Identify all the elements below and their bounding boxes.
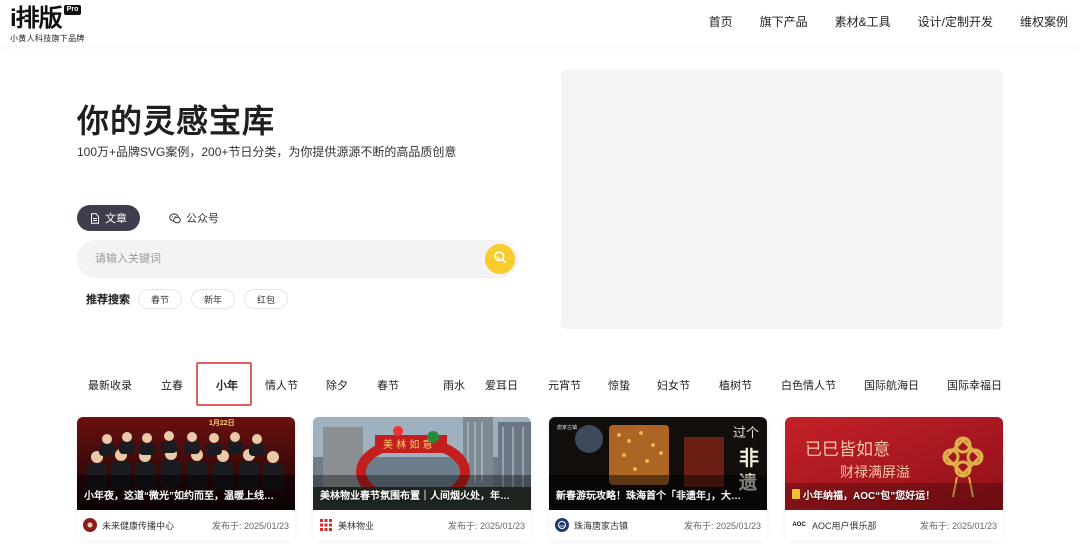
card-author[interactable]: 美林物业 <box>338 519 448 532</box>
article-card[interactable]: 1月22日 小年夜，这道“微光”如约而至，温暖上线… 未来健康传播中心 发布于:… <box>77 417 295 540</box>
pro-badge: Pro <box>63 5 82 15</box>
avatar <box>83 518 97 532</box>
nav-rights-cases[interactable]: 维权案例 <box>1020 13 1068 30</box>
article-card[interactable]: 过个 非 遗 唐家古镇 新春游玩攻略！珠海首个「非遗年」，大… 珠海唐家古镇 发… <box>549 417 767 540</box>
category-item[interactable]: 爱耳日 <box>480 372 543 398</box>
category-bar: 最新收录 立春 小年 情人节 除夕 春节 雨水 爱耳日 元宵节 惊蛰 妇女节 植… <box>77 372 1017 398</box>
category-item[interactable]: 最新收录 <box>77 372 141 398</box>
card-date: 发布于: 2025/01/23 <box>919 520 997 531</box>
card-title: 小年夜，这道“微光”如约而至，温暖上线… <box>84 491 274 502</box>
recommend-tag[interactable]: 春节 <box>138 289 183 309</box>
card-footer: 美林物业 发布于: 2025/01/23 <box>313 510 531 540</box>
category-item[interactable]: 雨水 <box>428 372 480 398</box>
category-item-active[interactable]: 小年 <box>203 372 252 398</box>
main-nav: 首页 旗下产品 素材&工具 设计/定制开发 维权案例 <box>682 0 1068 42</box>
avatar <box>319 518 333 532</box>
article-card[interactable]: 已巳皆如意 财禄满屏溢 小年纳福，AOC“包”您好运！ AOC AOC用户俱乐部… <box>785 417 1003 540</box>
avatar: AOC <box>791 518 807 532</box>
card-title: 新春游玩攻略！珠海首个「非遗年」，大… <box>556 491 741 502</box>
category-item[interactable]: 国际航海日 <box>864 372 947 398</box>
card-footer: AOC AOC用户俱乐部 发布于: 2025/01/23 <box>785 510 1003 540</box>
svg-text:唐家古镇: 唐家古镇 <box>557 424 577 431</box>
card-title: 美林物业春节氛围布置｜人间烟火处，年… <box>320 491 510 502</box>
card-overlay-line2: 财禄满屏溢 <box>840 465 910 481</box>
document-icon <box>90 212 100 224</box>
card-footer: 未来健康传播中心 发布于: 2025/01/23 <box>77 510 295 540</box>
nav-home[interactable]: 首页 <box>709 13 733 30</box>
tab-official-accounts[interactable]: 公众号 <box>156 205 232 231</box>
page-subtitle: 100万+品牌SVG案例，200+节日分类，为你提供源源不断的高品质创意 <box>77 145 457 159</box>
category-item[interactable]: 国际幸福日 <box>947 372 1017 398</box>
svg-text:美 林 如 意: 美 林 如 意 <box>383 438 433 451</box>
card-footer: 珠海唐家古镇 发布于: 2025/01/23 <box>549 510 767 540</box>
category-item[interactable]: 春节 <box>365 372 428 398</box>
category-item[interactable]: 情人节 <box>252 372 314 398</box>
category-item[interactable]: 植树节 <box>719 372 781 398</box>
recommend-tag[interactable]: 新年 <box>191 289 236 309</box>
search-bar <box>77 240 518 278</box>
card-date: 发布于: 2025/01/23 <box>447 520 525 531</box>
page-title: 你的灵感宝库 <box>77 103 276 139</box>
search-button[interactable] <box>485 244 515 274</box>
category-item[interactable]: 除夕 <box>314 372 365 398</box>
card-date: 发布于: 2025/01/23 <box>211 520 289 531</box>
nav-materials-tools[interactable]: 素材&工具 <box>835 13 891 30</box>
recommended-searches: 推荐搜索 春节 新年 红包 <box>86 289 297 309</box>
hero-banner-placeholder <box>561 70 1003 329</box>
tab-official-accounts-label: 公众号 <box>186 213 219 225</box>
svg-text:非: 非 <box>739 446 759 470</box>
search-input[interactable] <box>95 240 475 278</box>
article-card[interactable]: 美 林 如 意 美林物业春节氛围布置｜人间烟火处，年… 美林物业 发布于: 20… <box>313 417 531 540</box>
card-author[interactable]: 珠海唐家古镇 <box>574 519 684 532</box>
tab-articles[interactable]: 文章 <box>77 205 140 231</box>
brand-logo[interactable]: i排版 Pro 小黄人科技旗下品牌 <box>10 5 85 44</box>
card-author[interactable]: AOC用户俱乐部 <box>812 519 920 532</box>
category-item[interactable]: 惊蛰 <box>605 372 657 398</box>
logo-subtitle: 小黄人科技旗下品牌 <box>10 34 85 43</box>
top-header: i排版 Pro 小黄人科技旗下品牌 首页 旗下产品 素材&工具 设计/定制开发 … <box>0 0 1080 46</box>
card-author[interactable]: 未来健康传播中心 <box>102 519 212 532</box>
nav-design-dev[interactable]: 设计/定制开发 <box>918 13 993 30</box>
category-item[interactable]: 元宵节 <box>543 372 605 398</box>
logo-text: i排版 <box>10 5 63 32</box>
category-item[interactable]: 立春 <box>141 372 203 398</box>
card-title: 小年纳福，AOC“包”您好运！ <box>803 491 936 502</box>
card-overlay-date: 1月22日 <box>209 419 235 427</box>
tab-articles-label: 文章 <box>105 213 127 225</box>
category-item[interactable]: 妇女节 <box>657 372 719 398</box>
aoc-logo: AOC <box>792 522 806 528</box>
card-date: 发布于: 2025/01/23 <box>683 520 761 531</box>
category-item[interactable]: 白色情人节 <box>781 372 864 398</box>
search-icon <box>493 250 507 269</box>
search-type-tabs: 文章 公众号 <box>77 205 232 231</box>
nav-products[interactable]: 旗下产品 <box>760 13 808 30</box>
recommended-label: 推荐搜索 <box>86 294 130 306</box>
card-overlay-line1: 已巳皆如意 <box>805 440 890 460</box>
wechat-icon <box>169 212 181 224</box>
avatar <box>555 518 569 532</box>
recommend-tag[interactable]: 红包 <box>244 289 289 309</box>
svg-text:过个: 过个 <box>733 426 759 441</box>
